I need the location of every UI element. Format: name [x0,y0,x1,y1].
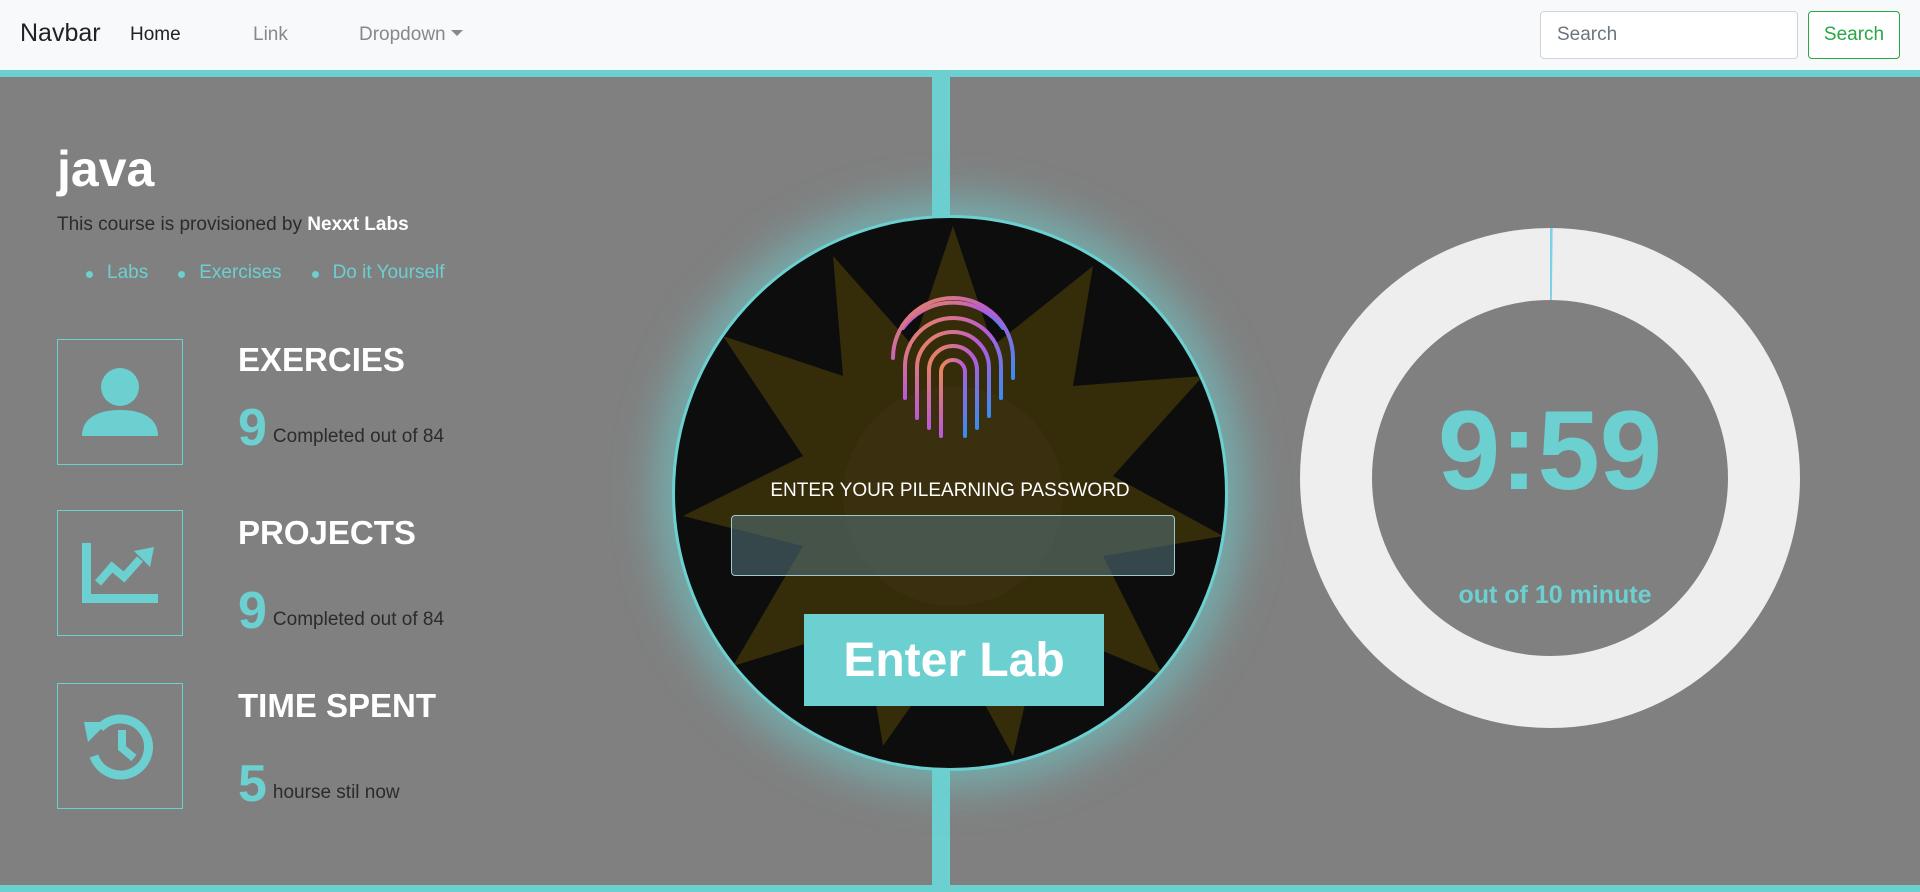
course-link-exercises[interactable]: Exercises [178,262,282,284]
nav-link-link[interactable]: Link [253,24,288,46]
search-button[interactable]: Search [1808,11,1900,59]
navbar: Navbar Home Link Dropdown Search [0,0,1920,70]
exercises-count: 9 [238,399,267,457]
timer-caption: out of 10 minute [1458,581,1652,609]
projects-caption: Completed out of 84 [272,609,445,630]
time-spent-stat: 5 hourse stil now [238,754,400,814]
history-icon [84,714,153,780]
projects-icon-box [57,510,183,636]
navbar-brand[interactable]: Navbar [20,19,101,48]
fingerprint-icon [891,296,1015,440]
exercises-caption: Completed out of 84 [272,426,445,447]
exercises-stat: 9 Completed out of 84 [238,398,444,458]
exercises-icon-box [57,339,183,465]
course-link-labs[interactable]: Labs [86,262,148,284]
projects-count: 9 [238,582,267,640]
provider-name: Nexxt Labs [307,214,409,235]
dropdown-label: Dropdown [359,24,446,45]
chart-line-icon [82,543,158,603]
nav-link-home[interactable]: Home [130,24,181,46]
password-prompt: ENTER YOUR PILEARNING PASSWORD [770,480,1130,501]
time-spent-caption: hourse stil now [272,782,400,803]
exercises-title: EXERCIES [238,341,405,378]
course-provider: This course is provisioned by Nexxt Labs [57,214,409,236]
password-field[interactable] [731,515,1175,576]
search-input[interactable] [1540,11,1798,59]
projects-stat: 9 Completed out of 84 [238,581,444,641]
nav-link-dropdown[interactable]: Dropdown [359,24,463,46]
course-links: Labs Exercises Do it Yourself [86,262,475,284]
time-spent-icon-box [57,683,183,809]
course-link-diy[interactable]: Do it Yourself [311,262,445,284]
projects-title: PROJECTS [238,514,416,551]
time-spent-count: 5 [238,755,267,813]
timer-value: 9:59 [1437,388,1663,513]
time-spent-title: TIME SPENT [238,687,437,724]
provider-prefix: This course is provisioned by [57,214,302,235]
chevron-down-icon [450,30,463,36]
person-icon [82,368,158,436]
enter-lab-button[interactable]: Enter Lab [804,614,1104,706]
course-title: java [57,141,155,197]
lab-lock-panel: ENTER YOUR PILEARNING PASSWORD Enter Lab [672,215,1228,771]
